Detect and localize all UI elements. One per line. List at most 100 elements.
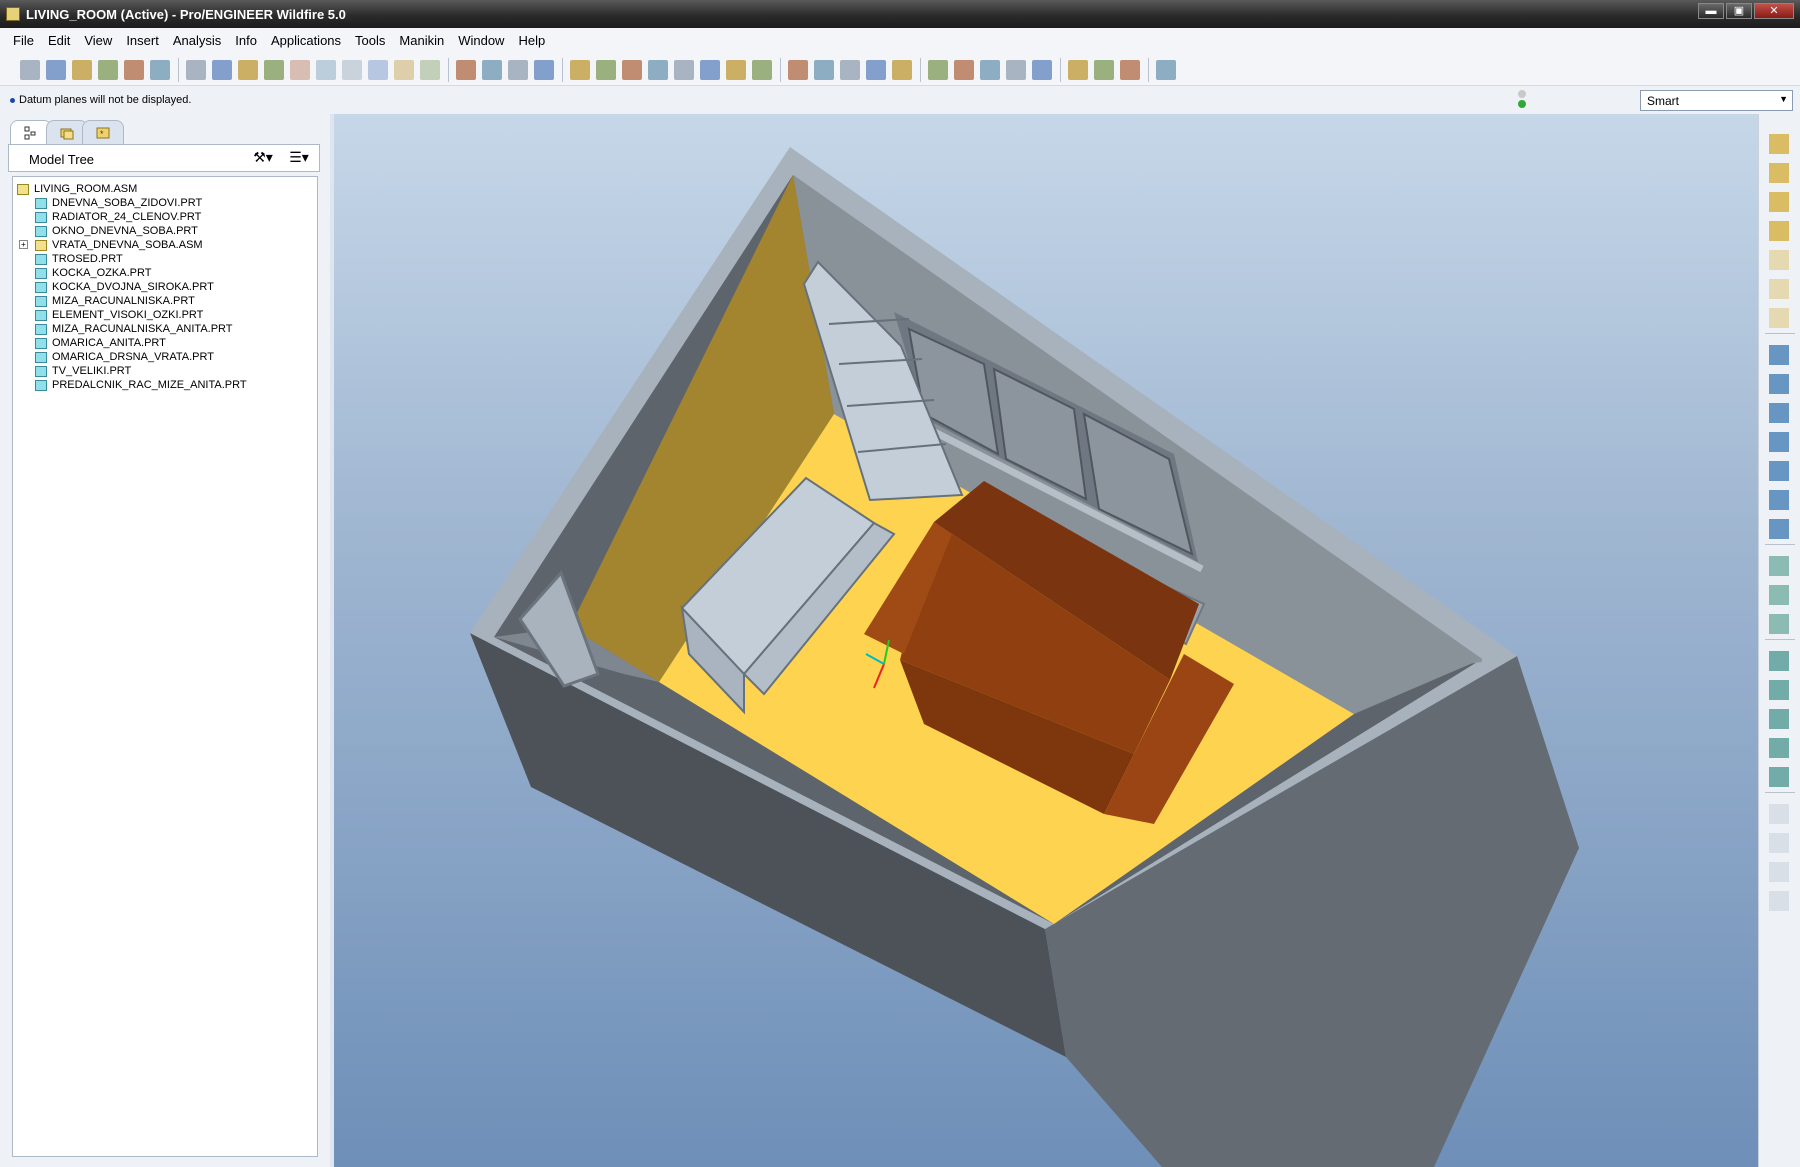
merge-icon[interactable]	[1769, 833, 1789, 853]
menu-tools[interactable]: Tools	[348, 33, 392, 48]
toolbar-separator	[178, 58, 179, 82]
select-box-icon[interactable]	[420, 60, 440, 80]
refit-icon[interactable]	[648, 60, 668, 80]
regenerate-manager-icon[interactable]	[368, 60, 388, 80]
axis-icon[interactable]	[482, 60, 502, 80]
sketch-icon[interactable]	[456, 60, 476, 80]
menu-info[interactable]: Info	[228, 33, 264, 48]
maximize-button[interactable]: ▣	[1726, 3, 1752, 19]
shading-icon[interactable]	[866, 60, 886, 80]
round-icon[interactable]	[1769, 680, 1789, 700]
model-tree-icon	[24, 126, 36, 139]
revolve-icon[interactable]	[1769, 585, 1789, 605]
graphics-window[interactable]	[334, 114, 1758, 1167]
saved-views-icon[interactable]	[700, 60, 720, 80]
open-icon[interactable]	[46, 60, 66, 80]
pattern-icon[interactable]	[1769, 891, 1789, 911]
zoom-out-icon[interactable]	[622, 60, 642, 80]
menu-window[interactable]: Window	[451, 33, 511, 48]
reorient-icon[interactable]	[674, 60, 694, 80]
copy-icon[interactable]	[264, 60, 284, 80]
regenerate-icon[interactable]	[342, 60, 362, 80]
part-icon	[35, 379, 47, 391]
model-3d-view[interactable]	[334, 114, 1758, 1167]
view-manager-icon[interactable]	[752, 60, 772, 80]
datum-plane-display-icon[interactable]	[928, 60, 948, 80]
extrude-icon[interactable]	[1769, 556, 1789, 576]
mirror-icon[interactable]	[1769, 804, 1789, 824]
redo-icon[interactable]	[212, 60, 232, 80]
annotation-display-icon[interactable]	[1032, 60, 1052, 80]
tree-show-icon[interactable]: ☰▾	[285, 149, 313, 169]
hole-icon[interactable]	[1769, 651, 1789, 671]
paste-icon[interactable]	[290, 60, 310, 80]
minimize-button[interactable]: ▬	[1698, 3, 1724, 19]
window-close-icon[interactable]	[1094, 60, 1114, 80]
quick-print-icon[interactable]	[124, 60, 144, 80]
csys-icon[interactable]	[1769, 490, 1789, 510]
expand-icon[interactable]: +	[19, 240, 28, 249]
find-icon[interactable]	[394, 60, 414, 80]
undo-icon[interactable]	[186, 60, 206, 80]
shell-icon[interactable]	[1769, 767, 1789, 787]
selection-filter-dropdown[interactable]: Smart ▼	[1640, 90, 1793, 111]
trim-icon[interactable]	[1769, 862, 1789, 882]
zoom-in-icon[interactable]	[596, 60, 616, 80]
spin-center-icon[interactable]	[508, 60, 528, 80]
datum-plane-icon[interactable]	[1769, 374, 1789, 394]
window-activate-icon[interactable]	[1068, 60, 1088, 80]
context-help-icon[interactable]	[1156, 60, 1176, 80]
render-sphere-icon[interactable]	[534, 60, 554, 80]
mechanism-icon[interactable]	[1769, 250, 1789, 270]
tree-item-label: OMARICA_DRSNA_VRATA.PRT	[52, 351, 214, 363]
weld-icon[interactable]	[1769, 308, 1789, 328]
rib-icon[interactable]	[1769, 738, 1789, 758]
tree-item-label: MIZA_RACUNALNISKA_ANITA.PRT	[52, 323, 233, 335]
pipe-icon[interactable]	[1769, 279, 1789, 299]
tree-settings-icon[interactable]: ⚒▾	[249, 149, 277, 169]
datum-point-icon[interactable]	[1769, 461, 1789, 481]
menu-analysis[interactable]: Analysis	[166, 33, 228, 48]
save-icon[interactable]	[72, 60, 92, 80]
create-component-icon[interactable]	[1769, 163, 1789, 183]
layers-icon[interactable]	[726, 60, 746, 80]
tab-favorites[interactable]: *	[82, 120, 124, 144]
csys-display-icon[interactable]	[1006, 60, 1026, 80]
pan-icon[interactable]	[570, 60, 590, 80]
close-button[interactable]: ✕	[1754, 3, 1794, 19]
no-hidden-icon[interactable]	[840, 60, 860, 80]
datum-curve-icon[interactable]	[1769, 432, 1789, 452]
paste-special-icon[interactable]	[316, 60, 336, 80]
new-icon[interactable]	[20, 60, 40, 80]
package-icon[interactable]	[1769, 192, 1789, 212]
menu-manikin[interactable]: Manikin	[392, 33, 451, 48]
point-display-icon[interactable]	[980, 60, 1000, 80]
assembly-icon	[35, 239, 47, 251]
cable-icon[interactable]	[1769, 221, 1789, 241]
model-tree-header-tools: ⚒▾ ☰▾	[249, 149, 313, 169]
sweep-icon[interactable]	[1769, 614, 1789, 634]
menu-help[interactable]: Help	[511, 33, 552, 48]
menu-applications[interactable]: Applications	[264, 33, 348, 48]
window-cancel-icon[interactable]	[1120, 60, 1140, 80]
analysis-icon[interactable]	[1769, 519, 1789, 539]
datum-axis-display-icon[interactable]	[954, 60, 974, 80]
cut-icon[interactable]	[238, 60, 258, 80]
assemble-icon[interactable]	[1769, 134, 1789, 154]
menu-file[interactable]: File	[6, 33, 41, 48]
chamfer-icon[interactable]	[1769, 709, 1789, 729]
part-icon	[35, 323, 47, 335]
tree-item[interactable]: PREDALCNIK_RAC_MIZE_ANITA.PRT	[35, 377, 247, 393]
wireframe-icon[interactable]	[788, 60, 808, 80]
menu-view[interactable]: View	[77, 33, 119, 48]
print-icon[interactable]	[98, 60, 118, 80]
datum-axis-icon[interactable]	[1769, 403, 1789, 423]
sketch-datum-icon[interactable]	[1769, 345, 1789, 365]
email-icon[interactable]	[150, 60, 170, 80]
part-icon	[35, 365, 47, 377]
hidden-line-icon[interactable]	[814, 60, 834, 80]
tree-item-label: KOCKA_DVOJNA_SIROKA.PRT	[52, 281, 214, 293]
enhanced-realism-icon[interactable]	[892, 60, 912, 80]
menu-edit[interactable]: Edit	[41, 33, 77, 48]
menu-insert[interactable]: Insert	[119, 33, 166, 48]
